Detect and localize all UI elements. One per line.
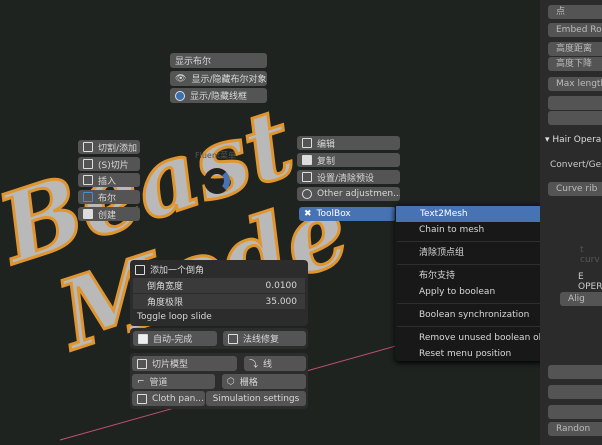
toggle-loop-slide-button[interactable]: Toggle loop slide xyxy=(130,310,308,325)
label: Simulation settings xyxy=(212,393,300,404)
edit-icon xyxy=(302,138,312,148)
label: 布尔 xyxy=(98,193,117,204)
label: 显示/隐藏线框 xyxy=(190,92,248,102)
bevel-icon xyxy=(135,264,145,275)
panel-item[interactable]: Embed Ro xyxy=(548,23,602,37)
edit-button[interactable]: 编辑 xyxy=(297,136,400,150)
label: 插入 xyxy=(98,176,117,187)
eye-icon: 👁 xyxy=(175,73,187,84)
label: 管道 xyxy=(149,378,168,388)
panel-item[interactable]: 高度距离 xyxy=(548,42,602,56)
curve-icon: ⤵ xyxy=(249,360,259,370)
curve-ribbon-button[interactable]: Curve rib xyxy=(548,182,602,196)
presets-button[interactable]: 设置/清除预设 xyxy=(297,170,400,184)
create-icon xyxy=(83,209,93,219)
value: 35.000 xyxy=(265,296,298,307)
label: (S)切片 xyxy=(98,160,129,171)
angle-limit-field[interactable]: 角度极限 35.000 xyxy=(133,294,305,309)
bevel-width-field[interactable]: 倒角宽度 0.0100 xyxy=(133,278,305,293)
auto-complete-button[interactable]: 自动-完成 xyxy=(133,331,217,346)
pie-center-ring xyxy=(204,168,230,194)
tool-row[interactable] xyxy=(548,365,602,379)
label: 创建 xyxy=(98,210,117,221)
grid-button[interactable]: ⬡ 栅格 xyxy=(222,374,306,389)
label: Cloth pan... xyxy=(152,393,204,404)
toolbox-button[interactable]: ✖ ToolBox xyxy=(299,207,396,221)
cut-icon xyxy=(83,142,93,152)
active-tool-button[interactable] xyxy=(548,111,602,125)
label: 法线修复 xyxy=(243,335,280,345)
align-button[interactable]: Alig xyxy=(560,292,602,306)
panel-item[interactable]: 高度下降 xyxy=(548,57,602,71)
pie-title: Fluent菜单 xyxy=(195,151,237,160)
slice-model-button[interactable]: 切片模型 xyxy=(132,356,237,371)
inset-button[interactable]: 插入 xyxy=(78,173,140,187)
boolean-button[interactable]: 布尔 xyxy=(78,190,140,204)
boolean-icon xyxy=(83,192,93,202)
label: Other adjustmen... xyxy=(317,189,400,199)
flag-icon xyxy=(138,333,148,344)
brush-button[interactable] xyxy=(548,96,602,110)
panel-item[interactable]: 点 xyxy=(548,5,602,19)
label: Hair Opera xyxy=(552,135,602,145)
gear-icon xyxy=(302,189,312,199)
curve-label: t curv xyxy=(580,245,600,265)
label: 切割/添加 xyxy=(98,143,138,154)
operators-label: E OPER xyxy=(578,272,602,292)
normal-icon xyxy=(228,333,238,344)
tools-icon: ✖ xyxy=(304,209,312,219)
label: ToolBox xyxy=(316,209,351,219)
slice-icon xyxy=(83,159,93,169)
tool-row[interactable] xyxy=(548,385,602,399)
slice-model-icon xyxy=(137,358,147,369)
cloth-panel-button[interactable]: Cloth pan... xyxy=(132,391,205,406)
random-button[interactable]: Randon xyxy=(548,422,602,436)
label: 显示/隐藏布尔对象 xyxy=(191,75,267,85)
panel-item[interactable]: Max length xyxy=(548,77,602,91)
label: 显示布尔 xyxy=(175,57,212,67)
duplicate-button[interactable]: 复制 xyxy=(297,153,400,167)
inset-icon xyxy=(83,175,93,185)
add-bevel-button[interactable]: 添加一个倒角 xyxy=(130,262,308,277)
label: 线 xyxy=(263,360,273,370)
label: 倒角宽度 xyxy=(147,282,184,292)
grid-icon: ⬡ xyxy=(227,376,235,387)
label: 添加一个倒角 xyxy=(150,266,205,276)
label: 设置/清除预设 xyxy=(317,173,375,184)
cut-add-button[interactable]: 切割/添加 xyxy=(78,140,140,154)
simulation-settings-button[interactable]: Simulation settings xyxy=(206,391,306,406)
label: 编辑 xyxy=(317,139,336,150)
tool-row[interactable] xyxy=(548,405,602,419)
pipe-button[interactable]: ⌐ 管道 xyxy=(132,374,215,389)
hair-operators-header[interactable]: ▾ Hair Opera xyxy=(545,135,601,145)
line-button[interactable]: ⤵ 线 xyxy=(244,356,306,371)
bevel-panel: 添加一个倒角 倒角宽度 0.0100 角度极限 35.000 Toggle loop… xyxy=(130,260,308,326)
other-adjustments-button[interactable]: Other adjustmen... xyxy=(297,187,400,201)
create-button[interactable]: 创建 xyxy=(78,207,140,221)
preset-icon xyxy=(302,172,312,182)
label: 角度极限 xyxy=(147,298,184,308)
label: 切片模型 xyxy=(152,360,189,370)
globe-icon xyxy=(175,90,185,101)
toggle-wireframe-button[interactable]: 显示/隐藏线框 xyxy=(170,88,267,103)
convert-label: Convert/Gen xyxy=(550,160,602,170)
slice-button[interactable]: (S)切片 xyxy=(78,157,140,171)
toggle-boolean-objects-button[interactable]: 👁 显示/隐藏布尔对象 xyxy=(170,71,267,86)
pie-top-header[interactable]: 显示布尔 xyxy=(170,53,267,68)
value: 0.0100 xyxy=(265,280,298,291)
label: 复制 xyxy=(317,156,336,167)
pipe-icon: ⌐ xyxy=(137,376,145,387)
label: 栅格 xyxy=(239,378,258,388)
duplicate-icon xyxy=(302,155,312,165)
label: 自动-完成 xyxy=(153,335,193,345)
normal-fix-button[interactable]: 法线修复 xyxy=(223,331,306,346)
properties-panel: 点 Embed Ro 高度距离 高度下降 Max length ▾ Hair O… xyxy=(540,0,602,445)
cloth-icon xyxy=(137,393,147,404)
